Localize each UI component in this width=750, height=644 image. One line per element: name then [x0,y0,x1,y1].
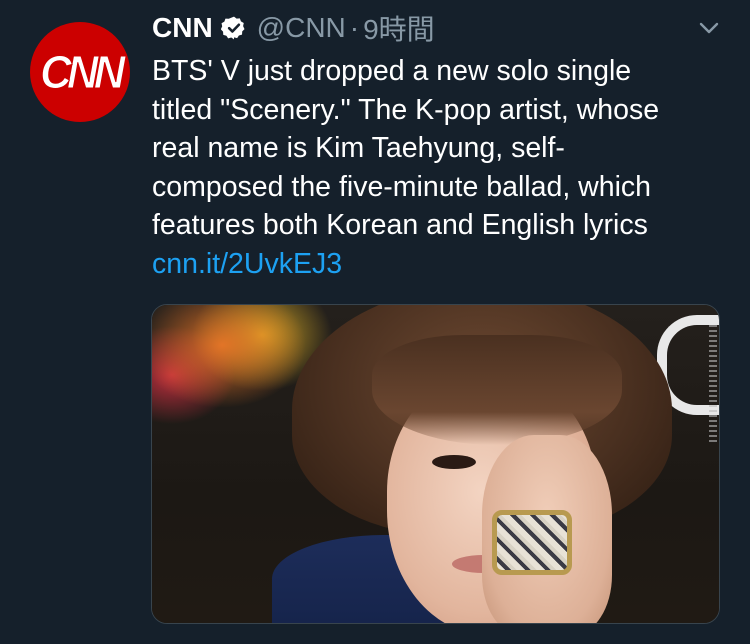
display-name[interactable]: CNN [152,12,213,44]
tweet-text-line: composed the five-minute ballad, which [152,170,652,203]
tweet-photo[interactable] [151,304,720,624]
tweet[interactable]: CNN CNN @CNN · 9時間 BTS' V just dropped a… [0,0,750,644]
photo-ring [492,510,572,575]
photo-eye [432,455,476,469]
tweet-text-line: features both Korean and English lyrics [152,209,648,241]
verified-badge-icon [220,15,247,41]
timestamp[interactable]: 9時間 [363,8,435,48]
photo-fringe [372,335,622,445]
separator: · [349,12,360,43]
tweet-text: BTS' V just dropped a new solo single ti… [152,52,732,283]
chevron-down-icon[interactable] [695,14,723,42]
tweet-text-line: titled "Scenery." The K-pop artist, whos… [152,93,660,126]
photo-credit [709,325,717,445]
tweet-link[interactable]: cnn.it/2UvkEJ3 [152,248,342,280]
tweet-header: CNN @CNN · 9時間 [152,8,435,48]
tweet-text-line: real name is Kim Taehyung, self- [152,132,565,164]
user-handle[interactable]: @CNN [257,12,346,44]
tweet-text-line: BTS' V just dropped a new solo single [152,55,632,87]
cnn-logo: CNN [39,46,125,99]
avatar[interactable]: CNN [30,22,130,122]
